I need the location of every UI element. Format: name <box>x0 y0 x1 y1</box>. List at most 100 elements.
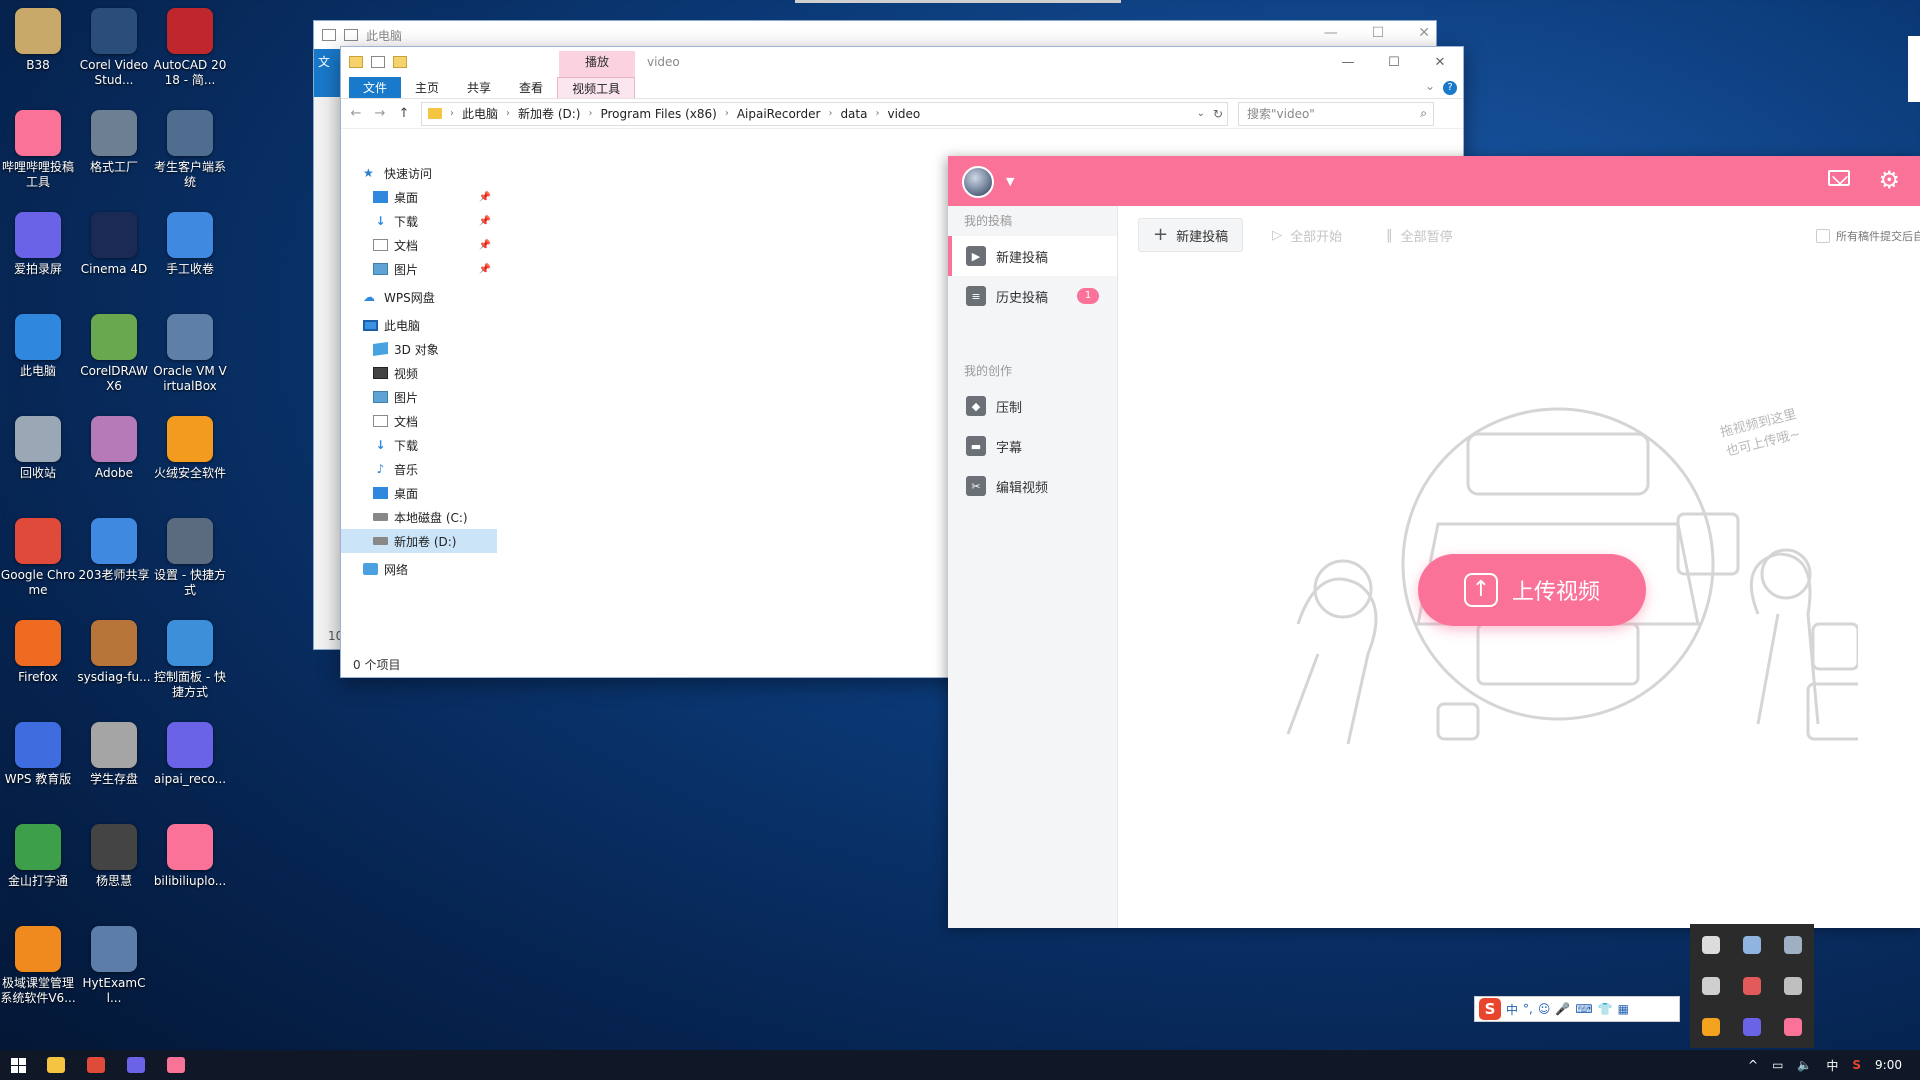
ime-tool-icon[interactable]: 🎤 <box>1555 1002 1570 1016</box>
tab-file[interactable]: 文件 <box>349 77 402 98</box>
desktop-icon[interactable]: Google Chrome <box>0 518 76 598</box>
search-icon[interactable]: ⌕ <box>1420 106 1427 121</box>
ribbon-expand-icon[interactable]: ⌄ <box>1425 79 1435 93</box>
properties-icon[interactable] <box>371 56 385 68</box>
mail-icon[interactable] <box>1828 170 1850 186</box>
tray-app-icon[interactable] <box>1742 935 1761 954</box>
network-icon[interactable]: ▭ <box>1772 1058 1783 1072</box>
desktop-icon[interactable]: 设置 - 快捷方式 <box>152 518 228 598</box>
gear-icon[interactable]: ⚙ <box>1878 166 1900 194</box>
desktop-icon[interactable]: Oracle VM VirtualBox <box>152 314 228 394</box>
desktop-icon[interactable]: CorelDRAW X6 <box>76 314 152 394</box>
nav-tree-item[interactable]: ♪ 音乐 <box>341 457 497 481</box>
background-file-tab[interactable]: 文 <box>314 49 342 97</box>
breadcrumb-item[interactable]: AipaiRecorder <box>737 107 821 121</box>
nav-tree-item[interactable]: ↓ 下载 <box>341 433 497 457</box>
ime-tool-icon[interactable]: ⌨ <box>1575 1002 1592 1016</box>
desktop-icon[interactable]: AutoCAD 2018 - 简... <box>152 8 228 88</box>
nav-tree-item[interactable]: ☁ WPS网盘 <box>341 285 497 309</box>
ime-tool-icon[interactable]: °, <box>1523 1002 1533 1016</box>
desktop-icon[interactable]: 极域课堂管理系统软件V6... <box>0 926 76 1006</box>
forward-icon[interactable]: → <box>373 106 387 121</box>
sidebar-item-compress[interactable]: ◆ 压制 <box>948 386 1117 426</box>
start-all-button[interactable]: ▷ 全部开始 <box>1257 218 1357 252</box>
breadcrumb-item[interactable]: 新加卷 (D:) <box>518 105 580 122</box>
ime-tool-icon[interactable]: 👕 <box>1598 1002 1613 1016</box>
sidebar-item-history[interactable]: ≡ 历史投稿 1 <box>948 276 1117 316</box>
nav-tree-item[interactable]: 新加卷 (D:) <box>341 529 497 553</box>
nav-tree-item[interactable]: 网络 <box>341 557 497 581</box>
upload-drop-area[interactable]: 上传视频 拖视频到这里 也可上传哦~ <box>1118 264 1920 928</box>
nav-tree-item[interactable]: 本地磁盘 (C:) <box>341 505 497 529</box>
auto-submit-checkbox[interactable] <box>1816 229 1830 243</box>
address-dropdown-icon[interactable]: ⌄ <box>1197 108 1205 119</box>
search-input[interactable]: 搜索"video" ⌕ <box>1238 101 1434 126</box>
desktop-icon[interactable]: HytExamCl... <box>76 926 152 1006</box>
desktop-icon[interactable]: Cinema 4D <box>76 212 152 277</box>
desktop-icon[interactable]: 考生客户端系统 <box>152 110 228 190</box>
ime-tool-icon[interactable]: 中 <box>1506 1001 1518 1018</box>
nav-tree-item[interactable]: 文档 <box>341 409 497 433</box>
tray-app-icon[interactable] <box>1742 976 1761 995</box>
sogou-tray-icon[interactable]: S <box>1852 1058 1861 1072</box>
nav-tree-item[interactable]: 图片 📌 <box>341 257 497 281</box>
ime-tool-icon[interactable]: ☺ <box>1538 1002 1551 1016</box>
clock[interactable]: 9:00 <box>1875 1058 1902 1072</box>
maximize-icon[interactable]: ☐ <box>1372 25 1385 41</box>
ime-tool-icon[interactable]: ▦ <box>1618 1002 1629 1016</box>
breadcrumb-separator-icon[interactable]: › <box>588 108 592 119</box>
nav-tree-item[interactable]: 桌面 📌 <box>341 185 497 209</box>
tray-app-icon[interactable] <box>1784 976 1803 995</box>
quick-access-check-icon[interactable] <box>322 29 336 41</box>
pause-all-button[interactable]: ‖ 全部暂停 <box>1371 218 1468 252</box>
nav-tree-item[interactable]: ★ 快速访问 <box>341 161 497 185</box>
nav-tree-item[interactable]: 视频 <box>341 361 497 385</box>
desktop-icon[interactable]: bilibiliuplo... <box>152 824 228 889</box>
nav-tree-item[interactable]: 图片 <box>341 385 497 409</box>
close-icon[interactable]: ✕ <box>1417 47 1463 77</box>
tab-home[interactable]: 主页 <box>401 77 453 98</box>
sogou-icon[interactable]: S <box>1479 998 1501 1020</box>
breadcrumb-item[interactable]: data <box>840 107 867 121</box>
nav-tree-item[interactable]: ↓ 下载 📌 <box>341 209 497 233</box>
ime-indicator[interactable]: 中 <box>1826 1057 1838 1074</box>
tray-app-icon[interactable] <box>1784 935 1803 954</box>
breadcrumb-separator-icon[interactable]: › <box>875 108 879 119</box>
tray-app-icon[interactable] <box>1701 1018 1720 1037</box>
desktop-icon[interactable]: WPS 教育版 <box>0 722 76 787</box>
maximize-icon[interactable]: ☐ <box>1371 47 1417 77</box>
desktop-icon[interactable]: 203老师共享 <box>76 518 152 583</box>
up-icon[interactable]: ↑ <box>397 106 411 121</box>
ime-toolbar[interactable]: S 中 °, ☺ 🎤 ⌨ 👕 ▦ <box>1474 996 1680 1022</box>
bilibili-uploader-window[interactable]: ▼ ⚙ 我的投稿 ▶ 新建投稿 ≡ 历史投稿 1 我的创作 ◆ 压制 ▬ 字幕 … <box>948 156 1920 928</box>
tray-overflow-icon[interactable]: ^ <box>1748 1058 1758 1072</box>
tray-app-icon[interactable] <box>1784 1018 1803 1037</box>
refresh-icon[interactable]: ↻ <box>1213 107 1223 121</box>
address-bar[interactable]: › 此电脑 › 新加卷 (D:) › Program Files (x86) › AipaiR… <box>421 101 1228 126</box>
background-window-titlebar[interactable]: 此电脑 <box>314 21 1436 49</box>
sidebar-item-new-post[interactable]: ▶ 新建投稿 <box>948 236 1117 276</box>
desktop-icon[interactable]: 火绒安全软件 <box>152 416 228 481</box>
back-icon[interactable]: ← <box>349 106 363 121</box>
nav-tree-item[interactable]: 3D 对象 <box>341 337 497 361</box>
breadcrumb-separator-icon[interactable]: › <box>828 108 832 119</box>
desktop-icon[interactable]: Adobe <box>76 416 152 481</box>
tray-app-icon[interactable] <box>1701 935 1720 954</box>
breadcrumb-separator-icon[interactable]: › <box>725 108 729 119</box>
desktop-icon[interactable]: 手工收卷 <box>152 212 228 277</box>
auto-submit-option[interactable]: 所有稿件提交后自 <box>1816 228 1920 244</box>
tab-view[interactable]: 查看 <box>505 77 557 98</box>
upload-video-button[interactable]: 上传视频 <box>1418 554 1646 626</box>
desktop-icon[interactable]: sysdiag-fu... <box>76 620 152 685</box>
minimize-icon[interactable]: — <box>1324 25 1338 41</box>
breadcrumb-item[interactable]: 此电脑 <box>462 105 498 122</box>
context-tab-play[interactable]: 播放 <box>559 51 635 77</box>
start-button[interactable] <box>0 1050 36 1080</box>
desktop-icon[interactable]: Corel VideoStud... <box>76 8 152 88</box>
desktop-icon[interactable]: 金山打字通 <box>0 824 76 889</box>
breadcrumb-separator-icon[interactable]: › <box>450 108 454 119</box>
quick-access-properties-icon[interactable] <box>344 29 358 41</box>
tray-app-icon[interactable] <box>1742 1018 1761 1037</box>
taskbar-app-bilibili[interactable] <box>156 1050 196 1080</box>
tab-share[interactable]: 共享 <box>453 77 505 98</box>
